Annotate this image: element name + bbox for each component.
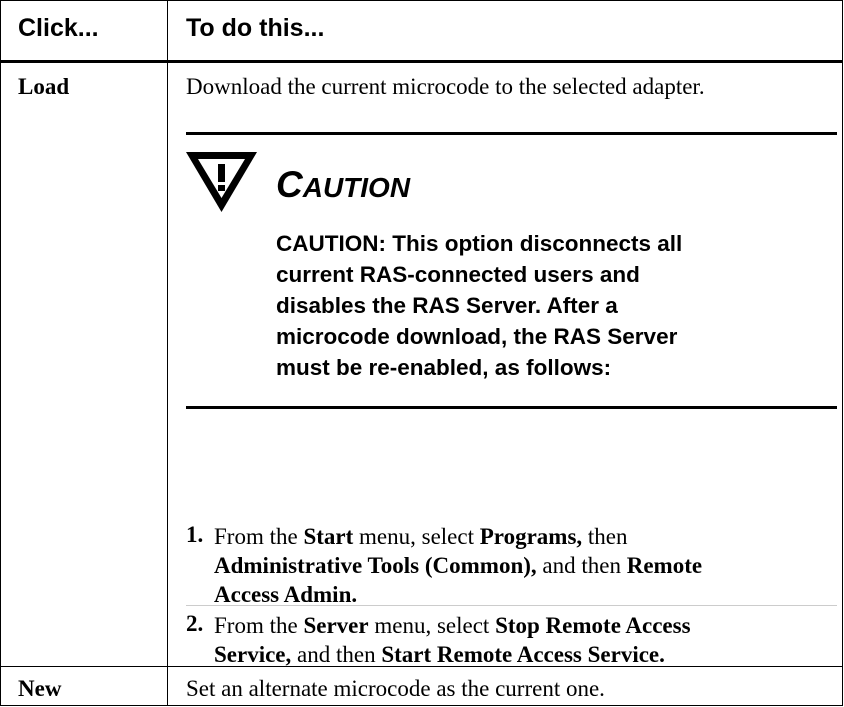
step-2: 2. From the Server menu, select Stop Rem… — [186, 611, 806, 671]
step-separator — [186, 605, 837, 606]
caution-warning-icon — [186, 152, 257, 212]
caution-heading-initial: C — [276, 164, 303, 205]
caution-heading-rest: AUTION — [302, 172, 411, 203]
caution-line: CAUTION: This option disconnects all — [276, 231, 683, 256]
step-text-run: From the — [214, 524, 304, 549]
menu-name: Start — [303, 524, 354, 549]
table-border-bottom — [0, 705, 843, 706]
row-new-label: New — [18, 676, 62, 701]
caution-rule-top — [186, 132, 837, 135]
menu-item-name: Remote — [626, 553, 703, 578]
caution-heading: CAUTION — [276, 164, 410, 206]
step-text-run: and then — [291, 642, 382, 667]
step-text-run: menu, select — [353, 524, 480, 549]
caution-line: must be re-enabled, as follows: — [276, 355, 612, 380]
menu-item-name: Administrative Tools (Common), — [214, 553, 537, 578]
step-text-run: From the — [214, 613, 304, 638]
header-divider — [0, 60, 843, 63]
menu-item-name: Access Admin. — [214, 582, 358, 607]
procedure-table: Click... To do this... Load Download the… — [0, 0, 843, 706]
menu-item-name: Service, — [214, 642, 292, 667]
step-text-run: menu, select — [368, 613, 496, 638]
step-text-run: then — [582, 524, 628, 549]
table-border-left — [0, 0, 1, 706]
step-number: 1. — [186, 522, 204, 547]
step-1: 1. From the Start menu, select Programs,… — [186, 522, 806, 612]
column-divider — [167, 0, 168, 706]
step-text-run: and then — [536, 553, 627, 578]
menu-name: Server — [303, 613, 369, 638]
caution-rule-bottom — [186, 406, 837, 409]
header-todo: To do this... — [186, 14, 325, 42]
menu-item-name: Start Remote Access Service. — [381, 642, 665, 667]
step-text: From the Start menu, select Programs, th… — [214, 522, 702, 609]
caution-text: CAUTION: This option disconnects all cur… — [276, 228, 844, 383]
caution-line: microcode download, the RAS Server — [276, 324, 678, 349]
row-load-label: Load — [18, 74, 70, 99]
table-border-top — [0, 0, 843, 1]
step-text: From the Server menu, select Stop Remote… — [214, 611, 691, 669]
menu-item-name: Programs, — [479, 524, 583, 549]
menu-item-name: Stop Remote Access — [495, 613, 691, 638]
step-number: 2. — [186, 611, 204, 636]
row-new-description: Set an alternate microcode as the curren… — [186, 676, 605, 701]
caution-line: current RAS-connected users and — [276, 262, 640, 287]
caution-line: disables the RAS Server. After a — [276, 293, 618, 318]
header-click: Click... — [18, 14, 99, 42]
row-load-description: Download the current microcode to the se… — [186, 74, 705, 99]
